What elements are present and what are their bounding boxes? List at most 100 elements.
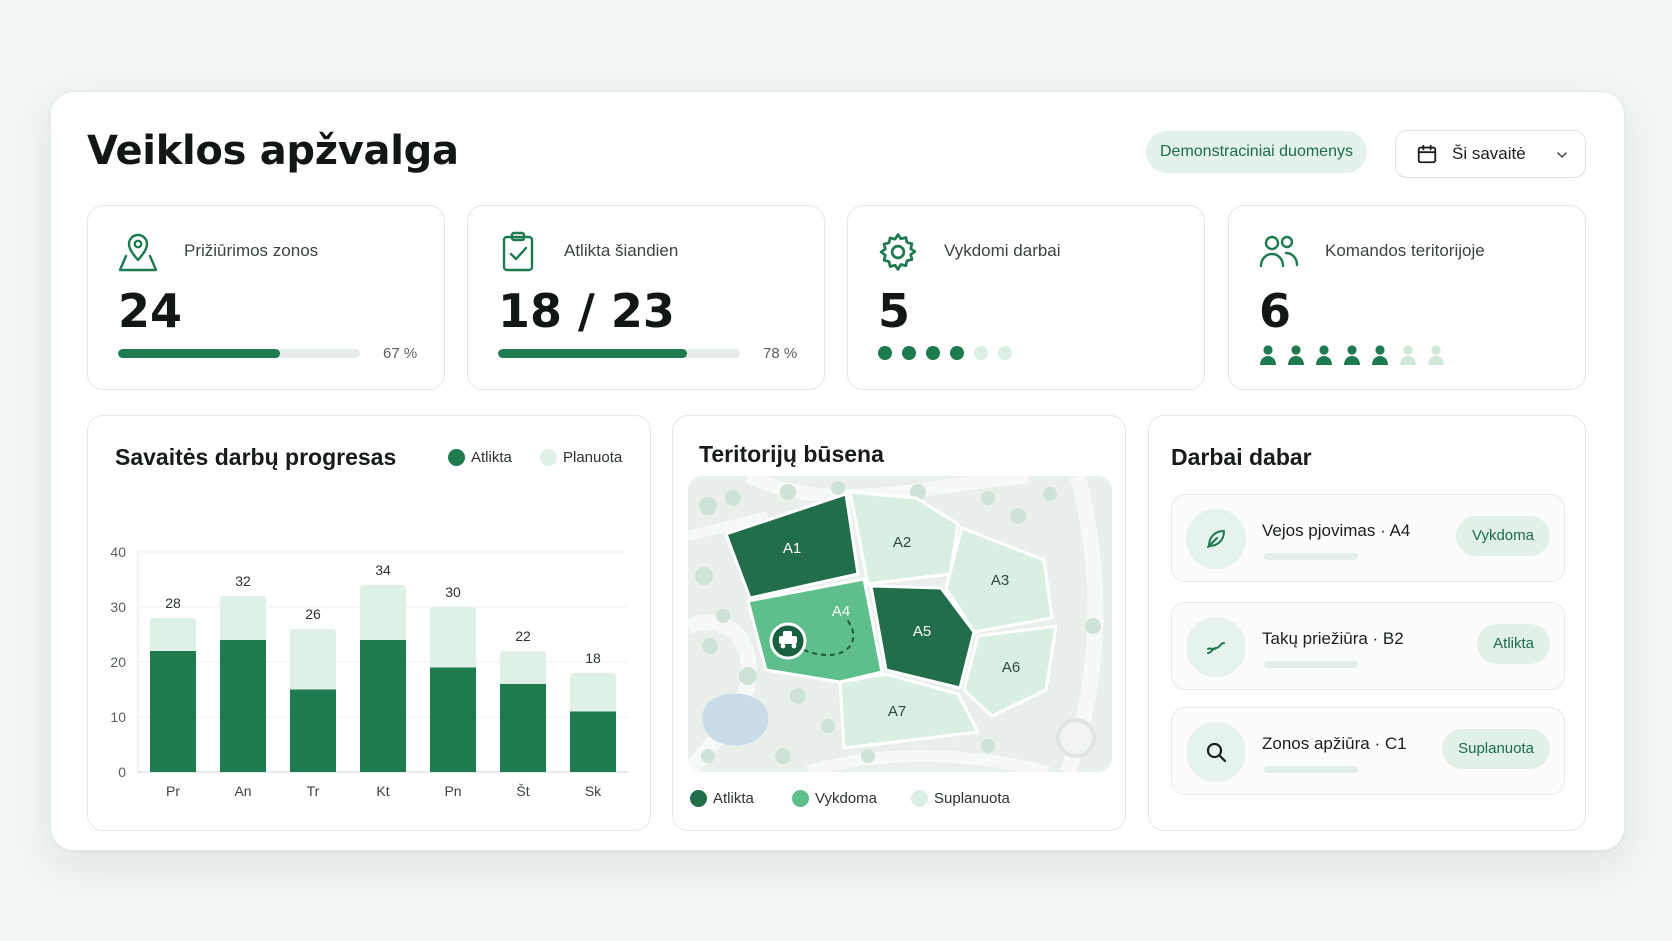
zone-label-A2: A2 (893, 534, 911, 551)
kpi-value: 24 (118, 284, 183, 338)
active-jobs-dots (878, 346, 1012, 360)
period-select-label: Ši savaitė (1452, 144, 1526, 163)
weekly-bar-chart: 0 10 20 30 40 28 Pr 32 An 26 Tr 34 Kt 30 Pn 22 Št 18 Sk (110, 544, 628, 799)
zone-label-A5: A5 (913, 623, 931, 640)
map-legend-progress: Vykdoma (792, 790, 877, 807)
zone-label-A3: A3 (991, 572, 1009, 589)
person-icon (1400, 345, 1416, 365)
zone-label-A1: A1 (783, 540, 801, 557)
legend-swatch-progress (792, 790, 809, 807)
job-progress-line (1264, 553, 1358, 560)
job-name: Vejos pjovimas · A4 (1262, 521, 1411, 540)
bar-done (220, 640, 266, 772)
kpi-label: Prižiūrimos zonos (184, 241, 319, 260)
person-icon (1372, 345, 1388, 365)
demo-data-badge: Demonstraciniai duomenys (1146, 131, 1367, 173)
territory-title: Teritorijų būsena (699, 441, 884, 467)
period-select[interactable]: Ši savaitė (1395, 130, 1586, 178)
bar-done (150, 651, 196, 772)
status-dot (902, 346, 916, 360)
territory-map: A1 A2 A3 A4 A5 A6 A7 (688, 476, 1112, 772)
job-name: Takų priežiūra · B2 (1262, 629, 1404, 648)
job-progress-line (1264, 766, 1358, 773)
bar-done (570, 711, 616, 772)
users-icon (1259, 235, 1299, 268)
kpi-value: 6 (1259, 284, 1292, 338)
data-label: 28 (165, 595, 181, 611)
legend-swatch-planned (911, 790, 928, 807)
data-label: 22 (515, 628, 531, 644)
kpi-progress-bar (498, 349, 740, 358)
x-tick-label: Pr (166, 783, 180, 799)
legend-label: Vykdoma (815, 790, 877, 807)
job-progress-line (1264, 661, 1358, 668)
kpi-progress-bar (118, 349, 360, 358)
kpi-progress-percent: 78 % (763, 345, 798, 362)
legend-label: Atlikta (713, 790, 754, 807)
bar-done (430, 667, 476, 772)
current-jobs-card: Darbai dabar Vejos pjovimas · A4 Vykdoma… (1148, 415, 1586, 831)
map-legend-done: Atlikta (690, 790, 754, 807)
mower-vehicle-icon[interactable] (769, 622, 807, 660)
person-icon (1344, 345, 1360, 365)
kpi-label: Komandos teritorijoje (1325, 241, 1485, 260)
y-tick-label: 30 (110, 599, 126, 615)
job-item[interactable]: Takų priežiūra · B2 Atlikta (1171, 602, 1565, 690)
person-icon (1428, 345, 1444, 365)
x-tick-label: Pn (444, 783, 461, 799)
legend-label: Suplanuota (934, 790, 1010, 807)
territory-card: Teritorijų būsena A1 A2 A3 A4 A5 A6 A7 A… (672, 415, 1126, 831)
status-dot (878, 346, 892, 360)
data-label: 18 (585, 650, 601, 666)
legend-swatch-done (690, 790, 707, 807)
status-dot (950, 346, 964, 360)
page-title: Veiklos apžvalga (87, 128, 459, 174)
team-people-icons (1259, 344, 1445, 366)
data-label: 32 (235, 573, 251, 589)
leaf-icon (1207, 530, 1225, 548)
person-icon (1316, 345, 1332, 365)
bar-done (360, 640, 406, 772)
kpi-label: Atlikta šiandien (564, 241, 679, 260)
job-item[interactable]: Vejos pjovimas · A4 Vykdoma (1171, 494, 1565, 582)
job-status-badge: Suplanuota (1442, 729, 1550, 769)
zone-label-A7: A7 (888, 703, 906, 720)
kpi-value: 5 (878, 284, 911, 338)
data-label: 34 (375, 562, 391, 578)
kpi-card-teams: Komandos teritorijoje 6 (1228, 205, 1586, 390)
kpi-value: 18 / 23 (498, 284, 675, 338)
y-tick-label: 0 (118, 764, 126, 780)
x-tick-label: An (234, 783, 251, 799)
status-dot (998, 346, 1012, 360)
data-label: 26 (305, 606, 321, 622)
zone-label-A6: A6 (1002, 659, 1020, 676)
jobs-title: Darbai dabar (1171, 444, 1312, 470)
kpi-progress-percent: 67 % (383, 345, 418, 362)
kpi-card-active-jobs: Vykdomi darbai 5 (847, 205, 1205, 390)
x-tick-label: Tr (307, 783, 320, 799)
job-status-badge: Vykdoma (1456, 516, 1550, 556)
job-name: Zonos apžiūra · C1 (1262, 734, 1407, 753)
bar-done (290, 689, 336, 772)
clipboard-check-icon (502, 231, 534, 272)
status-dot (926, 346, 940, 360)
y-tick-label: 40 (110, 544, 126, 560)
kpi-card-done-today: Atlikta šiandien 18 / 23 78 % (467, 205, 825, 390)
bar-done (500, 684, 546, 772)
job-status-badge: Atlikta (1477, 624, 1550, 664)
zone-label-A4: A4 (832, 603, 850, 620)
x-tick-label: Kt (376, 783, 389, 799)
search-icon (1206, 742, 1227, 763)
calendar-icon (1417, 144, 1437, 164)
map-pin-icon (118, 233, 158, 272)
weekly-progress-card: Savaitės darbų progresas Atlikta Planuot… (87, 415, 651, 831)
map-legend-planned: Suplanuota (911, 790, 1010, 807)
job-item[interactable]: Zonos apžiūra · C1 Suplanuota (1171, 707, 1565, 795)
person-icon (1288, 345, 1304, 365)
person-icon (1260, 345, 1276, 365)
data-label: 30 (445, 584, 461, 600)
gear-icon (879, 233, 917, 271)
kpi-label: Vykdomi darbai (944, 241, 1061, 260)
x-tick-label: Sk (585, 783, 602, 799)
x-tick-label: Št (516, 783, 529, 799)
